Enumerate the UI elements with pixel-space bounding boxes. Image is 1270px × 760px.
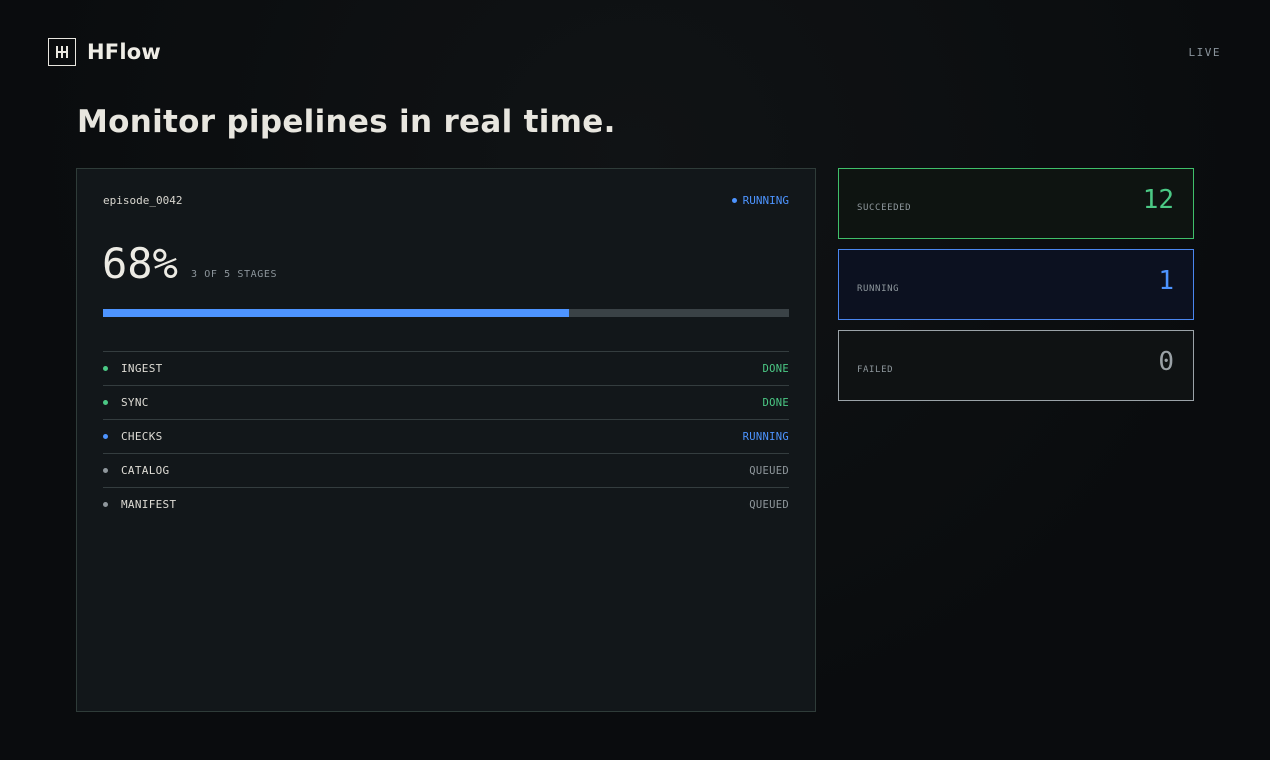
brand-name: HFlow bbox=[87, 40, 161, 64]
stat-card-succeeded[interactable]: SUCCEEDED 12 bbox=[838, 168, 1194, 239]
episode-status-badge: RUNNING bbox=[731, 194, 789, 207]
stat-card-failed[interactable]: FAILED 0 bbox=[838, 330, 1194, 401]
stage-row[interactable]: SYNC DONE bbox=[103, 385, 789, 419]
stage-name: SYNC bbox=[121, 396, 149, 409]
stage-name: CATALOG bbox=[121, 464, 170, 477]
hflow-logo-icon bbox=[48, 38, 76, 66]
stat-value: 0 bbox=[1158, 347, 1174, 377]
episode-name: episode_0042 bbox=[103, 194, 183, 207]
stage-state: QUEUED bbox=[749, 498, 789, 511]
stage-row[interactable]: CATALOG QUEUED bbox=[103, 453, 789, 487]
stage-name: MANIFEST bbox=[121, 498, 177, 511]
stage-name: CHECKS bbox=[121, 430, 163, 443]
stat-value: 12 bbox=[1142, 185, 1174, 215]
stat-value: 1 bbox=[1158, 266, 1174, 296]
stage-list: INGEST DONE SYNC DONE CHECKS RUNNING CAT… bbox=[103, 351, 789, 521]
stat-label: SUCCEEDED bbox=[857, 203, 912, 213]
brand[interactable]: HFlow bbox=[48, 38, 161, 66]
page: HFlow LIVE Monitor pipelines in real tim… bbox=[0, 0, 1270, 760]
stage-state: DONE bbox=[762, 362, 789, 375]
stage-status-dot-icon bbox=[103, 400, 108, 405]
stage-state: RUNNING bbox=[742, 430, 789, 443]
stage-row[interactable]: CHECKS RUNNING bbox=[103, 419, 789, 453]
progress-bar-fill bbox=[103, 309, 570, 317]
stat-label: FAILED bbox=[857, 365, 894, 375]
stage-status-dot-icon bbox=[103, 434, 108, 439]
stage-name: INGEST bbox=[121, 362, 163, 375]
stat-card-running[interactable]: RUNNING 1 bbox=[838, 249, 1194, 320]
stage-status-dot-icon bbox=[103, 366, 108, 371]
episode-status-label: RUNNING bbox=[742, 194, 789, 207]
page-title: Monitor pipelines in real time. bbox=[77, 104, 616, 140]
progress-percent: 68% bbox=[102, 239, 178, 288]
progress-bar bbox=[103, 309, 789, 317]
stages-count: 3 OF 5 STAGES bbox=[191, 269, 278, 280]
status-dot-icon bbox=[731, 198, 737, 203]
stage-row[interactable]: INGEST DONE bbox=[103, 351, 789, 385]
stage-state: DONE bbox=[762, 396, 789, 409]
stage-status-dot-icon bbox=[103, 502, 108, 507]
episode-card[interactable]: episode_0042 RUNNING 68% 3 OF 5 STAGES I… bbox=[76, 168, 816, 712]
stat-label: RUNNING bbox=[857, 284, 900, 294]
live-indicator: LIVE bbox=[1188, 46, 1221, 59]
stage-status-dot-icon bbox=[103, 468, 108, 473]
stage-state: QUEUED bbox=[749, 464, 789, 477]
stage-row[interactable]: MANIFEST QUEUED bbox=[103, 487, 789, 521]
